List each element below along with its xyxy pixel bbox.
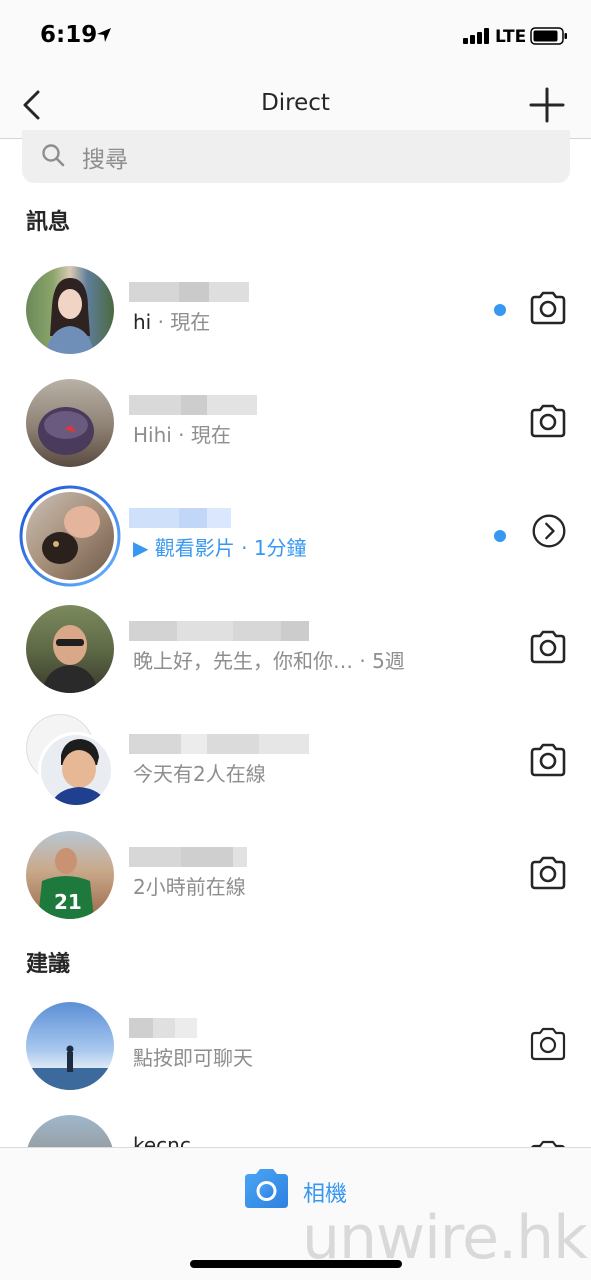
blurred-username	[129, 734, 309, 754]
message-preview: 2小時前在線	[133, 875, 246, 899]
camera-icon[interactable]	[528, 1139, 568, 1147]
blurred-username	[129, 395, 257, 415]
chevron-right-icon[interactable]	[529, 513, 569, 549]
nav-bar: Direct	[0, 72, 591, 139]
search-input[interactable]: 搜尋	[22, 130, 570, 183]
suggestion-row[interactable]: kecnc	[0, 1099, 591, 1147]
conversation-row[interactable]: hi · 現在	[0, 250, 591, 360]
message-preview: 點按即可聊天	[133, 1046, 253, 1070]
camera-button-icon[interactable]	[242, 1166, 291, 1210]
svg-text:21: 21	[54, 890, 82, 914]
network-label: LTE	[495, 27, 527, 47]
search-placeholder: 搜尋	[82, 147, 128, 173]
suggestion-username: kecnc	[133, 1133, 191, 1147]
blurred-username	[129, 847, 247, 867]
suggestion-row[interactable]: 點按即可聊天	[0, 986, 591, 1096]
camera-icon[interactable]	[528, 855, 568, 891]
message-preview: 今天有2人在線	[133, 762, 266, 786]
avatar	[26, 1002, 114, 1090]
page-title: Direct	[261, 90, 330, 116]
signal-icon	[463, 28, 489, 44]
messages-section-title: 訊息	[26, 210, 71, 235]
message-preview: hi · 現在	[133, 310, 211, 334]
home-indicator[interactable]	[190, 1260, 402, 1268]
suggestions-section-title: 建議	[26, 952, 71, 977]
conversation-row[interactable]: Hihi · 現在	[0, 363, 591, 473]
conversation-row[interactable]: 21 2小時前在線	[0, 815, 591, 925]
conversation-row[interactable]: ▶ 觀看影片 · 1分鐘	[0, 476, 591, 587]
avatar	[26, 605, 114, 693]
blurred-username	[129, 508, 231, 528]
camera-icon[interactable]	[528, 403, 568, 439]
battery-icon	[530, 27, 567, 45]
bottom-bar: 相機 unwire.hk	[0, 1147, 591, 1280]
message-preview: 晚上好，先生，你和你… · 5週	[133, 649, 405, 673]
camera-icon[interactable]	[528, 290, 568, 326]
message-preview: Hihi · 現在	[133, 423, 231, 447]
status-time: 6:19	[40, 22, 98, 48]
avatar	[26, 266, 114, 354]
blurred-username	[129, 282, 249, 302]
blurred-username	[129, 1018, 197, 1038]
camera-icon[interactable]	[528, 629, 568, 665]
avatar	[38, 732, 114, 808]
camera-icon[interactable]	[528, 1026, 568, 1062]
camera-icon[interactable]	[528, 742, 568, 778]
new-message-icon[interactable]	[528, 86, 566, 124]
location-arrow-icon	[97, 28, 111, 42]
conversation-row[interactable]: 今天有2人在線	[0, 702, 591, 812]
conversation-row[interactable]: 晚上好，先生，你和你… · 5週	[0, 589, 591, 699]
unread-dot	[494, 304, 506, 316]
unread-dot	[494, 530, 506, 542]
avatar	[26, 379, 114, 467]
blurred-username	[129, 621, 309, 641]
status-bar: 6:19 LTE	[0, 0, 591, 72]
avatar: 21	[26, 831, 114, 919]
message-preview: ▶ 觀看影片 · 1分鐘	[133, 536, 307, 560]
search-icon	[42, 144, 65, 167]
avatar	[26, 1115, 114, 1147]
avatar	[26, 492, 114, 580]
